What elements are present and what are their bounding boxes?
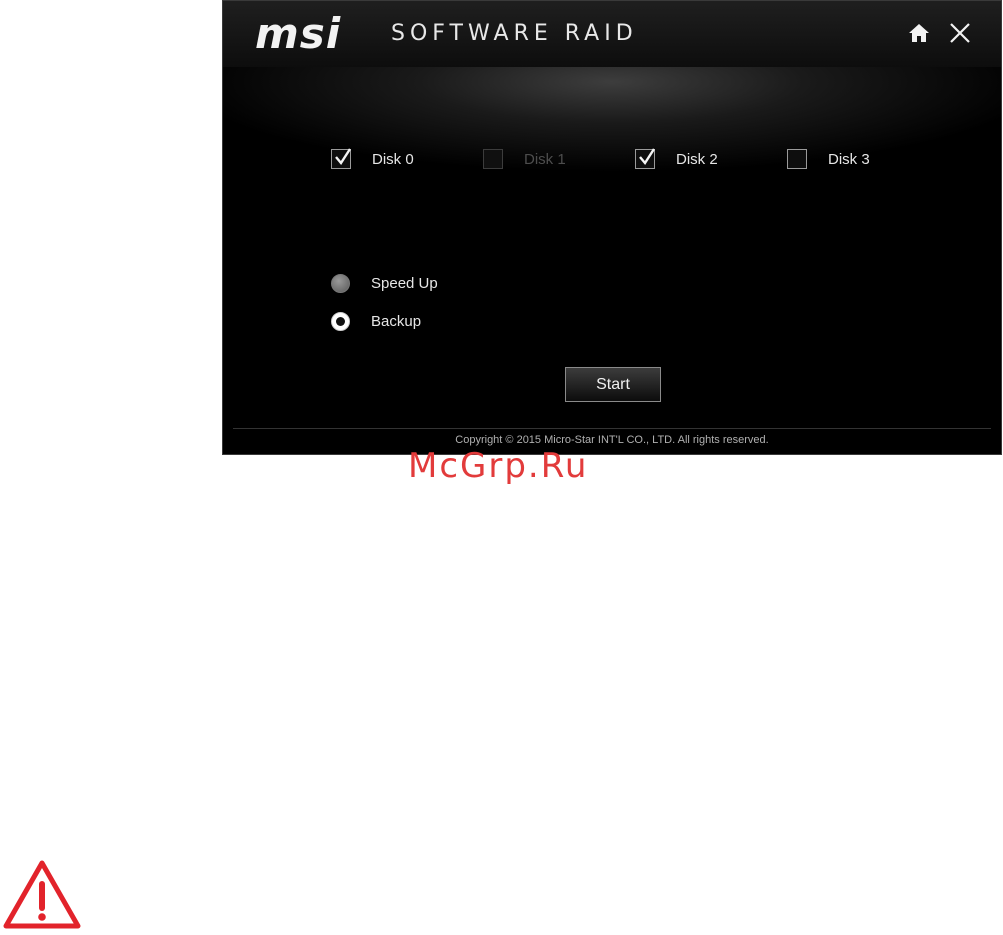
disk-3-label: Disk 3 — [828, 150, 870, 168]
header-glow — [223, 67, 1001, 217]
disk-1-checkbox: Disk 1 — [483, 146, 566, 172]
msi-logo: msi — [255, 9, 342, 58]
warning-triangle-icon — [2, 858, 82, 930]
title-bar: msi SOFTWARE RAID — [223, 1, 1001, 68]
radio-unselected-icon[interactable] — [331, 273, 350, 293]
backup-label: Backup — [371, 312, 422, 330]
speed-up-label: Speed Up — [371, 274, 438, 292]
disk-1-label: Disk 1 — [524, 150, 566, 168]
copyright-text: Copyright © 2015 Micro-Star INT'L CO., L… — [455, 434, 769, 446]
app-title: SOFTWARE RAID — [391, 21, 638, 46]
checkbox-unchecked-icon[interactable] — [787, 149, 807, 169]
checkbox-checked-icon[interactable] — [331, 148, 352, 169]
footer-divider — [233, 428, 991, 429]
disk-2-label: Disk 2 — [676, 150, 718, 168]
checkbox-disabled-icon — [483, 149, 503, 169]
disk-0-checkbox[interactable]: Disk 0 — [331, 146, 414, 172]
disk-0-label: Disk 0 — [372, 150, 414, 168]
disk-2-checkbox[interactable]: Disk 2 — [635, 146, 718, 172]
checkbox-checked-icon[interactable] — [635, 148, 656, 169]
start-button[interactable]: Start — [565, 367, 661, 402]
disk-3-checkbox[interactable]: Disk 3 — [787, 146, 870, 172]
close-icon[interactable] — [947, 20, 973, 46]
software-raid-window: msi SOFTWARE RAID Disk 0 Disk 1 Disk 2 D… — [222, 0, 1002, 455]
watermark: McGrp.Ru — [408, 446, 589, 486]
radio-selected-icon[interactable] — [331, 311, 350, 331]
backup-radio[interactable]: Backup — [331, 310, 421, 332]
speed-up-radio[interactable]: Speed Up — [331, 272, 438, 294]
home-icon[interactable] — [907, 21, 931, 45]
